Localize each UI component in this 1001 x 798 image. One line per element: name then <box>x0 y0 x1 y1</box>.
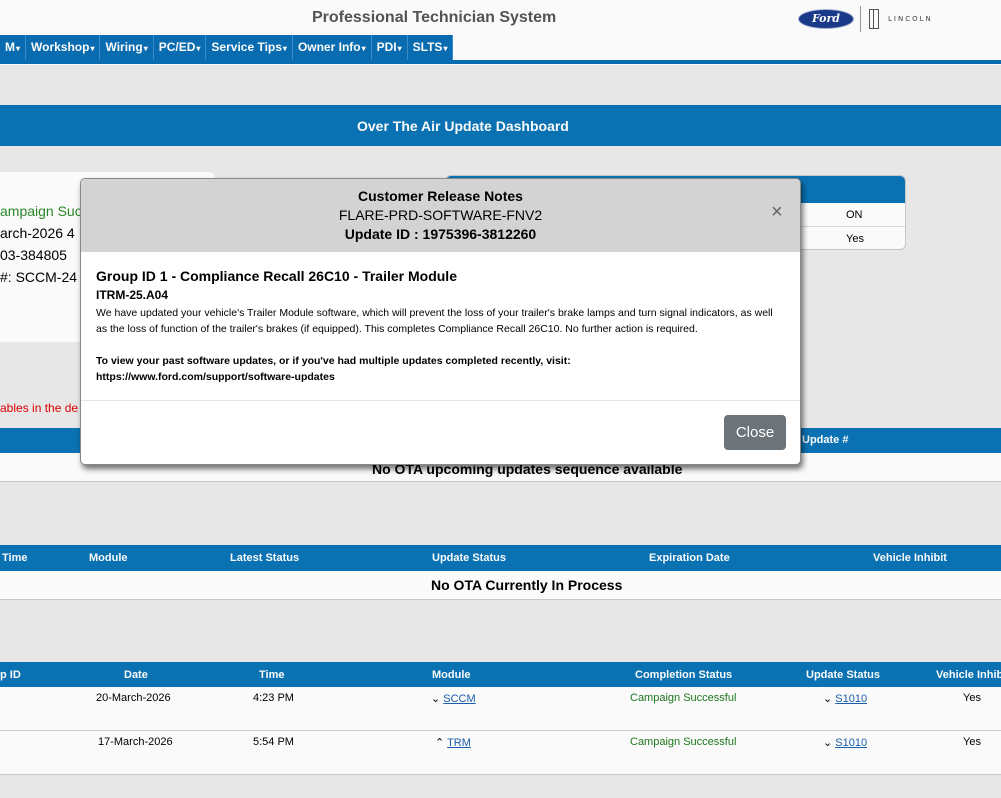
close-button[interactable]: Close <box>724 415 786 450</box>
modal-update-id: Update ID : 1975396-3812260 <box>344 226 537 242</box>
release-code: ITRM-25.A04 <box>96 288 169 302</box>
modal-body: Group ID 1 - Compliance Recall 26C10 - T… <box>81 252 800 401</box>
close-icon[interactable]: × <box>771 202 783 222</box>
modal-title: Customer Release Notes <box>358 188 523 204</box>
release-notes-modal: Customer Release Notes FLARE-PRD-SOFTWAR… <box>80 178 801 465</box>
visit-url[interactable]: https://www.ford.com/support/software-up… <box>96 369 785 385</box>
release-description: We have updated your vehicle's Trailer M… <box>96 307 773 335</box>
modal-software-name: FLARE-PRD-SOFTWARE-FNV2 <box>338 207 543 223</box>
visit-instructions: To view your past software updates, or i… <box>96 355 571 367</box>
release-group-title: Group ID 1 - Compliance Recall 26C10 - T… <box>96 268 457 284</box>
modal-header: Customer Release Notes FLARE-PRD-SOFTWAR… <box>81 179 800 252</box>
